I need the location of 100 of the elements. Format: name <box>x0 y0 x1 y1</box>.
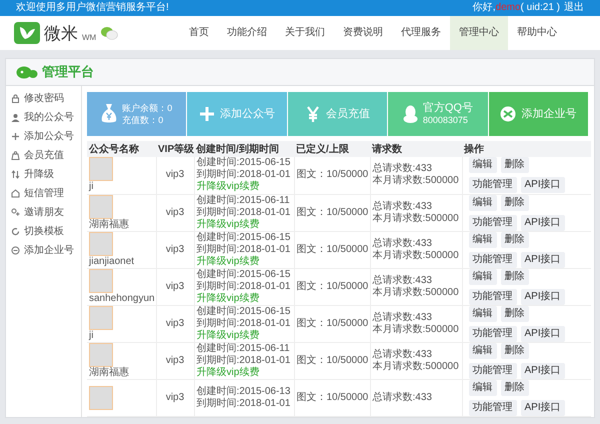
sidebar-item[interactable]: 会员充值 <box>6 146 81 165</box>
sidebar-item[interactable]: 邀请朋友 <box>6 203 81 222</box>
avatar-placeholder <box>89 306 113 330</box>
action-button[interactable]: 编辑 <box>468 157 496 174</box>
avatar-placeholder <box>89 194 113 218</box>
arrows-icon <box>11 170 20 179</box>
action-button[interactable]: API接口 <box>520 214 565 230</box>
action-button[interactable]: API接口 <box>520 252 565 268</box>
sidebar-item[interactable]: 添加企业号 <box>6 241 81 260</box>
column-header: 公众号名称 <box>87 141 156 157</box>
action-button[interactable]: 删除 <box>500 342 528 358</box>
vip-level: vip3 <box>166 206 184 218</box>
nav-tab[interactable]: 首页 <box>180 16 218 50</box>
vip-level: vip3 <box>166 392 184 402</box>
nav-tab[interactable]: 管理中心 <box>450 16 508 50</box>
account-name: ji <box>89 330 94 342</box>
sidebar-item[interactable]: 修改密码 <box>6 89 81 108</box>
total-requests: 总请求数:433 <box>372 392 433 404</box>
monthly-requests: 本月请求数:500000 <box>372 360 460 372</box>
nav-tab[interactable]: 资费说明 <box>334 16 392 50</box>
action-button[interactable]: API接口 <box>520 288 565 304</box>
action-button[interactable]: 编辑 <box>468 232 496 248</box>
action-button[interactable]: API接口 <box>520 177 565 194</box>
action-button[interactable]: API接口 <box>520 400 565 416</box>
sidebar-item[interactable]: 切换模板 <box>6 222 81 241</box>
created-time: 创建时间:2015-06-11 <box>196 194 291 206</box>
action-button[interactable]: 功能管理 <box>468 362 516 378</box>
column-header: 操作 <box>462 141 591 157</box>
column-header: 请求数 <box>370 141 462 157</box>
balance-text: 充值数：0 <box>122 114 164 126</box>
action-button[interactable]: 删除 <box>500 268 528 284</box>
defined-count: 图文：10/50000 <box>296 280 368 292</box>
nav-tab[interactable]: 关于我们 <box>276 16 334 50</box>
expiry-time: 到期时间:2018-01-01 <box>196 206 292 218</box>
action-button[interactable]: 删除 <box>500 306 528 322</box>
account-name: 湖南福惠 <box>89 366 130 378</box>
account-name: ji <box>89 181 94 194</box>
account-name: jianjiaonet <box>89 256 136 268</box>
bag-icon <box>11 151 20 160</box>
action-button[interactable]: 功能管理 <box>468 252 516 268</box>
action-button[interactable]: API接口 <box>520 326 565 342</box>
nav-tab[interactable]: 帮助中心 <box>508 16 566 50</box>
created-time: 创建时间:2015-06-15 <box>196 157 292 168</box>
sidebar-item[interactable]: 短信管理 <box>6 184 81 203</box>
action-button[interactable]: 编辑 <box>468 194 496 210</box>
qq-number: 800083075 <box>422 114 469 126</box>
tile-label: 添加企业号 <box>521 106 576 122</box>
vip-level: vip3 <box>166 318 184 328</box>
action-button[interactable]: 功能管理 <box>468 400 516 416</box>
monthly-requests: 本月请求数:500000 <box>372 286 460 298</box>
sidebar-item[interactable]: 我的公众号 <box>6 108 81 127</box>
expiry-time: 到期时间:2018-01-01 <box>196 398 292 410</box>
created-time: 创建时间:2015-06-11 <box>196 342 291 354</box>
action-button[interactable]: 删除 <box>500 157 528 174</box>
sidebar-item[interactable]: 添加公众号 <box>6 127 81 146</box>
total-requests: 总请求数:433 <box>372 238 433 250</box>
created-time: 创建时间:2015-06-15 <box>196 232 292 244</box>
action-button[interactable]: 功能管理 <box>468 288 516 304</box>
avatar-placeholder <box>89 157 113 182</box>
defined-count: 图文：10/50000 <box>296 392 368 402</box>
created-time: 创建时间:2015-06-13 <box>196 386 292 398</box>
action-button[interactable]: 删除 <box>500 232 528 248</box>
total-requests: 总请求数:433 <box>372 312 433 324</box>
vip-level: vip3 <box>166 169 184 180</box>
defined-count: 图文：10/50000 <box>296 318 368 328</box>
refresh-icon <box>11 227 20 236</box>
expiry-time: 到期时间:2018-01-01 <box>196 169 292 180</box>
home-icon <box>11 189 20 198</box>
nav-tab[interactable]: 功能介绍 <box>218 16 276 50</box>
action-button[interactable]: 编辑 <box>468 306 496 322</box>
action-button[interactable]: 编辑 <box>468 342 496 358</box>
created-time: 创建时间:2015-06-15 <box>196 268 292 280</box>
circle-icon <box>11 246 20 255</box>
action-button[interactable]: 删除 <box>500 380 528 396</box>
action-button[interactable]: 功能管理 <box>468 214 516 230</box>
qq-label: 官方QQ号 <box>422 102 473 114</box>
lock-icon <box>11 94 20 103</box>
action-button[interactable]: 删除 <box>500 194 528 210</box>
nav-tab[interactable]: 代理服务 <box>392 16 450 50</box>
monthly-requests: 本月请求数:500000 <box>372 324 460 336</box>
logout-link[interactable]: 退出 <box>564 0 584 16</box>
total-requests: 总请求数:433 <box>372 200 433 212</box>
action-button[interactable]: 功能管理 <box>468 326 516 342</box>
sidebar-item[interactable]: 升降级 <box>6 165 81 184</box>
vip-level: vip3 <box>166 244 184 254</box>
column-header: 已定义/上限 <box>294 141 370 157</box>
balance-text: 账户余额：0 <box>122 102 172 114</box>
account-name: sanhehongyun <box>89 292 154 304</box>
logo-text: 微米 <box>44 24 78 42</box>
action-button[interactable]: 编辑 <box>468 268 496 284</box>
plus-icon <box>199 106 216 122</box>
action-button[interactable]: API接口 <box>520 362 565 378</box>
created-time: 创建时间:2015-06-15 <box>196 306 292 318</box>
action-button[interactable]: 功能管理 <box>468 177 516 194</box>
avatar-placeholder <box>89 342 113 366</box>
total-requests: 总请求数:433 <box>372 348 433 360</box>
total-requests: 总请求数:433 <box>372 163 433 174</box>
action-button[interactable]: 编辑 <box>468 380 496 396</box>
vip-level: vip3 <box>166 280 184 292</box>
account-name: 湖南福惠 <box>89 218 130 230</box>
